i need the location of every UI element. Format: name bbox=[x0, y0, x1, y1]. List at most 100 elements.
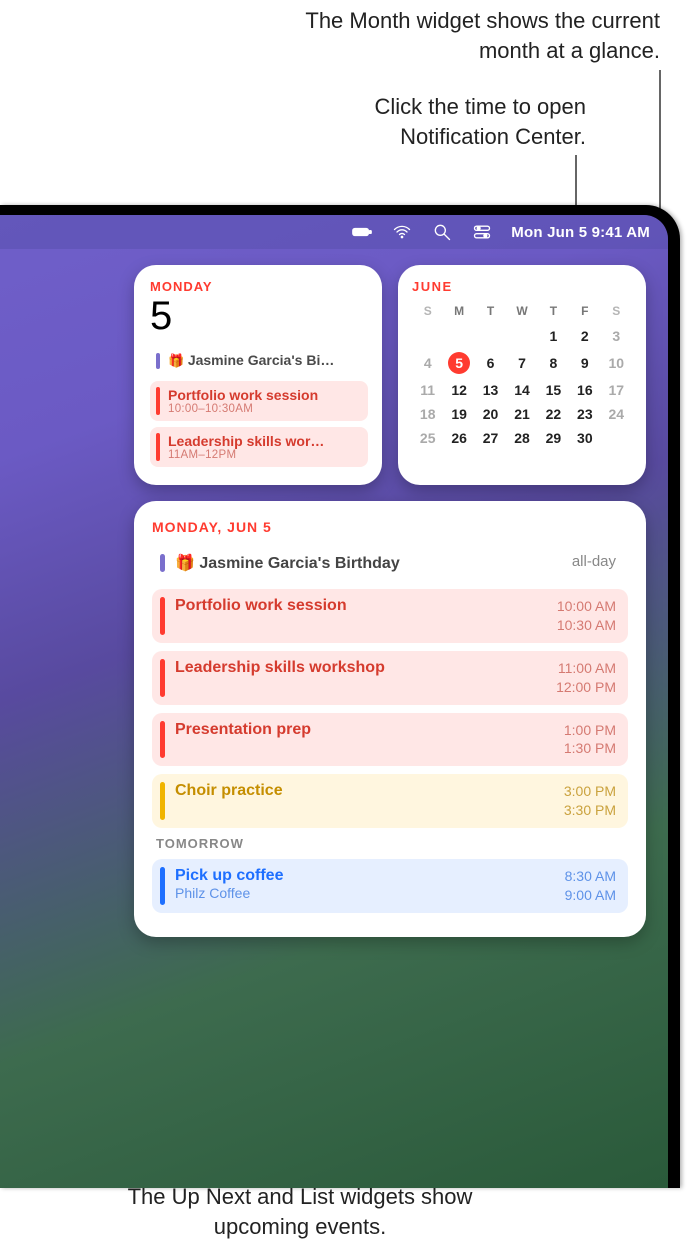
desktop-wallpaper: Mon Jun 5 9:41 AM MONDAY 5 🎁 Jasmine Gar… bbox=[0, 215, 668, 1188]
event-color-bar bbox=[156, 433, 160, 461]
menubar-clock[interactable]: Mon Jun 5 9:41 AM bbox=[511, 224, 650, 241]
event-color-bar bbox=[160, 782, 165, 820]
month-day-cell[interactable]: 18 bbox=[412, 402, 443, 426]
event-time: 10:00–10:30AM bbox=[168, 403, 360, 415]
list-event[interactable]: 🎁 Jasmine Garcia's Birthday all-day bbox=[152, 545, 628, 581]
month-day-cell[interactable]: 12 bbox=[443, 378, 474, 402]
widget-list[interactable]: MONDAY, JUN 5 🎁 Jasmine Garcia's Birthda… bbox=[134, 501, 646, 937]
month-day-cell[interactable]: 22 bbox=[538, 402, 569, 426]
event-time: 11AM–12PM bbox=[168, 449, 360, 461]
event-time: 8:30 AM9:00 AM bbox=[565, 867, 616, 905]
upnext-weekday: MONDAY bbox=[150, 279, 368, 294]
month-day-cell[interactable]: 7 bbox=[506, 348, 537, 378]
event-color-bar bbox=[160, 554, 165, 572]
month-dow-cell: T bbox=[475, 302, 506, 324]
event-color-bar bbox=[160, 867, 165, 905]
event-title: Portfolio work session bbox=[175, 597, 547, 615]
wifi-icon[interactable] bbox=[391, 221, 413, 243]
list-event[interactable]: Choir practice 3:00 PM3:30 PM bbox=[152, 774, 628, 828]
month-day-cell[interactable]: 1 bbox=[538, 324, 569, 348]
month-day-cell bbox=[475, 324, 506, 348]
upnext-event[interactable]: Leadership skills wor…11AM–12PM bbox=[150, 427, 368, 467]
event-title: Leadership skills workshop bbox=[175, 659, 546, 677]
list-event[interactable]: Portfolio work session 10:00 AM10:30 AM bbox=[152, 589, 628, 643]
month-day-cell[interactable]: 29 bbox=[538, 426, 569, 450]
month-label: JUNE bbox=[412, 279, 632, 294]
month-day-cell bbox=[443, 324, 474, 348]
month-day-cell[interactable]: 30 bbox=[569, 426, 600, 450]
month-day-cell[interactable]: 8 bbox=[538, 348, 569, 378]
month-dow-cell: W bbox=[506, 302, 537, 324]
upnext-event[interactable]: 🎁 Jasmine Garcia's Bi… bbox=[150, 346, 368, 375]
month-day-cell[interactable]: 9 bbox=[569, 348, 600, 378]
month-day-cell[interactable]: 14 bbox=[506, 378, 537, 402]
month-dow-cell: S bbox=[412, 302, 443, 324]
month-day-cell[interactable]: 13 bbox=[475, 378, 506, 402]
event-title: Presentation prep bbox=[175, 721, 554, 739]
month-day-cell[interactable]: 11 bbox=[412, 378, 443, 402]
month-day-cell[interactable]: 6 bbox=[475, 348, 506, 378]
month-day-cell bbox=[506, 324, 537, 348]
list-event[interactable]: Leadership skills workshop 11:00 AM12:00 … bbox=[152, 651, 628, 705]
month-day-selected[interactable]: 5 bbox=[443, 348, 474, 378]
event-color-bar bbox=[160, 597, 165, 635]
month-day-cell[interactable]: 2 bbox=[569, 324, 600, 348]
month-day-cell[interactable]: 20 bbox=[475, 402, 506, 426]
month-day-cell bbox=[412, 324, 443, 348]
list-date-header: MONDAY, JUN 5 bbox=[152, 519, 628, 535]
month-dow-cell: S bbox=[601, 302, 632, 324]
month-day-cell[interactable]: 27 bbox=[475, 426, 506, 450]
month-day-cell[interactable]: 23 bbox=[569, 402, 600, 426]
event-title: Portfolio work session bbox=[168, 387, 360, 403]
event-time: 11:00 AM12:00 PM bbox=[556, 659, 616, 697]
event-title: 🎁 Jasmine Garcia's Bi… bbox=[168, 352, 360, 369]
month-day-cell[interactable]: 10 bbox=[601, 348, 632, 378]
spotlight-icon[interactable] bbox=[431, 221, 453, 243]
event-time: 1:00 PM1:30 PM bbox=[564, 721, 616, 759]
month-dow-cell: T bbox=[538, 302, 569, 324]
widget-month[interactable]: JUNE SMTWTFS 123456789101112131415161718… bbox=[398, 265, 646, 485]
battery-icon[interactable] bbox=[351, 221, 373, 243]
event-color-bar bbox=[160, 721, 165, 759]
event-subtitle: Philz Coffee bbox=[175, 885, 555, 901]
list-event[interactable]: Pick up coffeePhilz Coffee 8:30 AM9:00 AM bbox=[152, 859, 628, 913]
event-title: Choir practice bbox=[175, 782, 554, 800]
callout-month-widget: The Month widget shows the current month… bbox=[240, 6, 660, 65]
month-grid: SMTWTFS 12345678910111213141516171819202… bbox=[412, 302, 632, 450]
device-bezel: Mon Jun 5 9:41 AM MONDAY 5 🎁 Jasmine Gar… bbox=[0, 205, 680, 1188]
event-color-bar bbox=[156, 387, 160, 415]
callout-list-widget: The Up Next and List widgets show upcomi… bbox=[96, 1182, 504, 1241]
month-day-cell[interactable]: 16 bbox=[569, 378, 600, 402]
list-section-tomorrow: TOMORROW bbox=[156, 836, 628, 851]
month-day-cell[interactable]: 19 bbox=[443, 402, 474, 426]
upnext-event[interactable]: Portfolio work session10:00–10:30AM bbox=[150, 381, 368, 421]
event-title: Leadership skills wor… bbox=[168, 433, 360, 449]
month-day-cell[interactable]: 15 bbox=[538, 378, 569, 402]
gift-icon: 🎁 bbox=[168, 353, 188, 368]
event-time: 3:00 PM3:30 PM bbox=[564, 782, 616, 820]
event-time: 10:00 AM10:30 AM bbox=[557, 597, 616, 635]
month-day-cell[interactable]: 3 bbox=[601, 324, 632, 348]
month-day-cell[interactable]: 24 bbox=[601, 402, 632, 426]
menu-bar: Mon Jun 5 9:41 AM bbox=[0, 215, 668, 249]
month-day-cell[interactable]: 17 bbox=[601, 378, 632, 402]
event-color-bar bbox=[156, 353, 160, 369]
month-day-cell[interactable]: 26 bbox=[443, 426, 474, 450]
widget-up-next[interactable]: MONDAY 5 🎁 Jasmine Garcia's Bi… Portfolio… bbox=[134, 265, 382, 485]
month-day-cell bbox=[601, 426, 632, 450]
gift-icon: 🎁 bbox=[175, 555, 199, 572]
month-dow-cell: M bbox=[443, 302, 474, 324]
control-center-icon[interactable] bbox=[471, 221, 493, 243]
list-event[interactable]: Presentation prep 1:00 PM1:30 PM bbox=[152, 713, 628, 767]
month-day-cell[interactable]: 21 bbox=[506, 402, 537, 426]
upnext-day-number: 5 bbox=[150, 296, 368, 336]
month-day-cell[interactable]: 28 bbox=[506, 426, 537, 450]
month-day-cell[interactable]: 25 bbox=[412, 426, 443, 450]
event-title: Pick up coffee bbox=[175, 867, 555, 885]
month-day-cell[interactable]: 4 bbox=[412, 348, 443, 378]
event-title: 🎁 Jasmine Garcia's Birthday bbox=[175, 553, 562, 573]
callout-clock: Click the time to open Notification Cent… bbox=[266, 92, 586, 151]
event-time: all-day bbox=[572, 553, 616, 573]
notification-center-widgets: MONDAY 5 🎁 Jasmine Garcia's Bi… Portfolio… bbox=[134, 265, 646, 937]
event-color-bar bbox=[160, 659, 165, 697]
